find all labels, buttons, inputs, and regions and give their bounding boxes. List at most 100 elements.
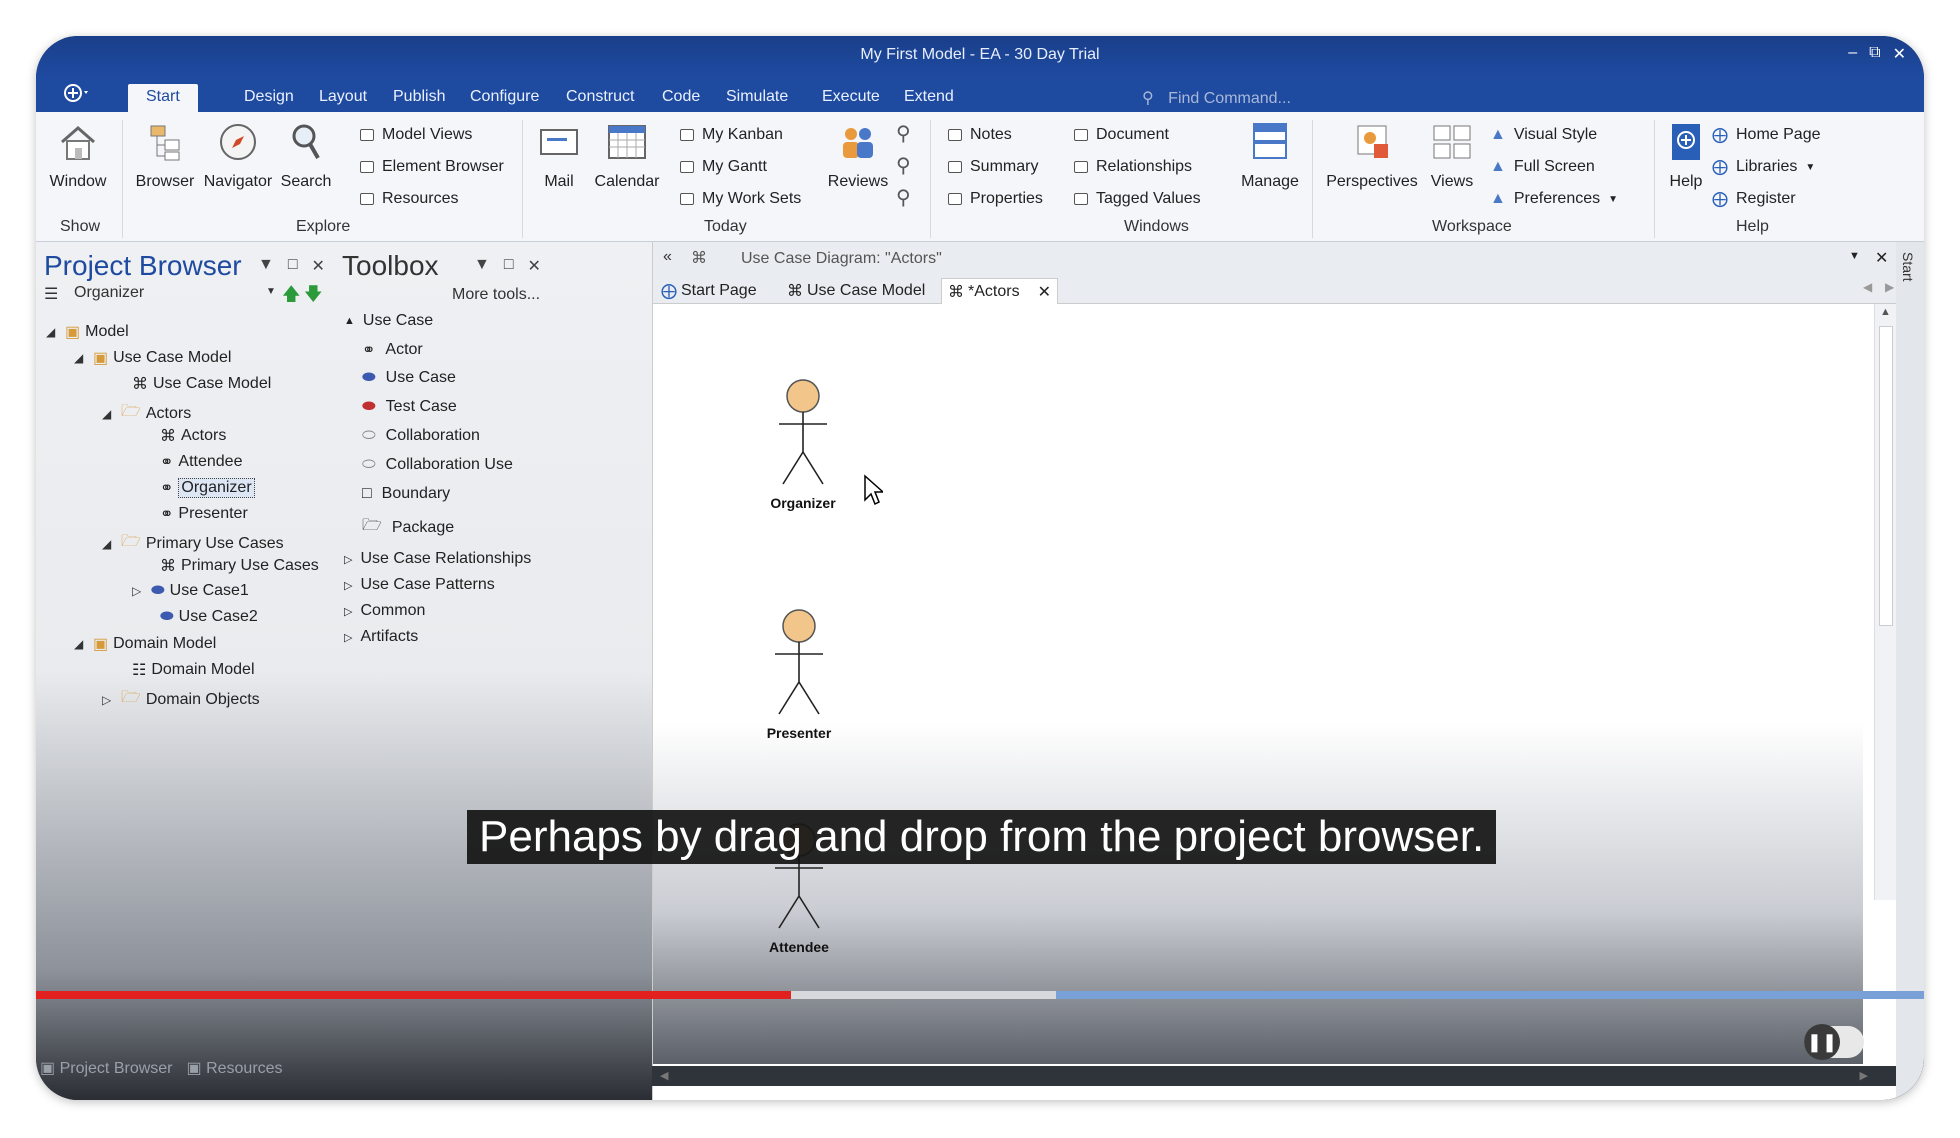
scroll-right-icon[interactable]: ▶ <box>1860 1069 1868 1082</box>
tab-construct[interactable]: Construct <box>548 84 652 112</box>
tree-node-presenter[interactable]: ⚭ Presenter <box>160 504 248 524</box>
chevron-down-icon[interactable]: ▼ <box>474 256 490 276</box>
pause-toggle[interactable]: ❚❚ <box>1804 1024 1864 1060</box>
views-button[interactable]: Views <box>1424 120 1480 191</box>
tab-publish[interactable]: Publish <box>375 84 463 112</box>
window-button[interactable]: Window <box>46 120 110 191</box>
tree-node-primary-use-cases-package[interactable]: ◢ 🗁 Primary Use Cases <box>102 530 284 557</box>
app-menu-button[interactable] <box>62 82 92 109</box>
tab-design[interactable]: Design <box>226 84 312 112</box>
toolbox-group-artifacts[interactable]: ▷ Artifacts <box>344 628 418 646</box>
chevron-down-icon[interactable]: ▼ <box>1849 250 1860 262</box>
scroll-thumb[interactable] <box>1879 326 1893 626</box>
tree-node-organizer[interactable]: ⚭ Organizer <box>160 478 255 498</box>
resources-button[interactable]: Resources <box>360 188 458 210</box>
tab-execute[interactable]: Execute <box>804 84 898 112</box>
close-icon[interactable]: ✕ <box>1875 248 1888 268</box>
restore-button[interactable]: ⧉ <box>1869 44 1880 64</box>
toolbox-group-use-case-relationships[interactable]: ▷ Use Case Relationships <box>344 550 531 568</box>
perspectives-button[interactable]: Perspectives <box>1322 120 1422 191</box>
tool-collaboration-use[interactable]: ⬭ Collaboration Use <box>362 456 513 474</box>
chevron-down-icon[interactable]: ▼ <box>258 256 274 276</box>
bottom-tab-project-browser[interactable]: ▣ Project Browser <box>40 1058 173 1078</box>
tree-node-actors-diagram[interactable]: ⌘ Actors <box>160 426 226 446</box>
navigator-button[interactable]: Navigator <box>200 120 276 191</box>
tool-boundary[interactable]: □ Boundary <box>362 485 450 503</box>
tool-package[interactable]: 🗁 Package <box>362 514 454 541</box>
element-browser-button[interactable]: Element Browser <box>360 156 504 178</box>
reviews-button[interactable]: Reviews <box>826 120 890 191</box>
tab-actors[interactable]: ⌘ *Actors ✕ <box>941 278 1058 304</box>
move-down-icon[interactable]: 🡇 <box>304 282 323 312</box>
toolbox-group-use-case[interactable]: ▲ Use Case <box>344 312 433 330</box>
scroll-up-icon[interactable]: ▲ <box>1880 306 1891 318</box>
tree-node-use-case1[interactable]: ▷ ⬬ Use Case1 <box>132 582 249 600</box>
properties-button[interactable]: Properties <box>948 188 1043 210</box>
reviews-search-2[interactable]: ⚲ <box>896 154 911 177</box>
document-button[interactable]: Document <box>1074 124 1169 146</box>
reviews-search-3[interactable]: ⚲ <box>896 186 911 209</box>
tree-node-domain-objects[interactable]: ▷ 🗁 Domain Objects <box>102 686 260 713</box>
tool-collaboration[interactable]: ⬭ Collaboration <box>362 427 480 445</box>
bottom-tab-resources[interactable]: ▣ Resources <box>187 1058 283 1078</box>
notes-button[interactable]: Notes <box>948 124 1012 146</box>
tab-simulate[interactable]: Simulate <box>708 84 806 112</box>
tab-scroll-left-icon[interactable]: ◀ <box>1863 280 1872 294</box>
more-tools-button[interactable]: More tools... <box>452 286 540 304</box>
video-progress-bar[interactable] <box>36 991 1924 999</box>
register-button[interactable]: ⨁ Register <box>1712 188 1796 210</box>
help-button[interactable]: Help <box>1660 120 1712 191</box>
preferences-button[interactable]: ▲ Preferences ▼ <box>1490 188 1618 210</box>
tree-node-domain-model-diagram[interactable]: ☷ Domain Model <box>132 660 255 680</box>
close-tab-icon[interactable]: ✕ <box>1038 282 1051 302</box>
tool-actor[interactable]: ⚭ Actor <box>362 340 423 360</box>
tab-scroll-right-icon[interactable]: ▶ <box>1885 280 1894 294</box>
tree-node-actors-package[interactable]: ◢ 🗁 Actors <box>102 400 191 427</box>
collapse-left-icon[interactable]: « <box>663 248 672 266</box>
tab-configure[interactable]: Configure <box>452 84 557 112</box>
visual-style-button[interactable]: ▲ Visual Style <box>1490 124 1597 146</box>
calendar-button[interactable]: Calendar <box>592 120 662 191</box>
diagram-vertical-scrollbar[interactable]: ▲ <box>1874 304 1896 900</box>
close-icon[interactable]: ✕ <box>312 256 325 276</box>
toolbox-group-use-case-patterns[interactable]: ▷ Use Case Patterns <box>344 576 495 594</box>
my-work-sets-button[interactable]: My Work Sets <box>680 188 801 210</box>
tree-node-model[interactable]: ◢ ▣ Model <box>46 322 129 342</box>
tool-test-case[interactable]: ⬬ Test Case <box>362 398 457 416</box>
tree-node-use-case2[interactable]: ⬬ Use Case2 <box>160 608 258 626</box>
my-kanban-button[interactable]: My Kanban <box>680 124 783 146</box>
tab-extend[interactable]: Extend <box>886 84 972 112</box>
mail-button[interactable]: Mail <box>534 120 584 191</box>
scroll-left-icon[interactable]: ◀ <box>660 1069 668 1082</box>
tool-use-case[interactable]: ⬬ Use Case <box>362 369 456 387</box>
home-page-button[interactable]: ⨁ Home Page <box>1712 124 1821 146</box>
move-up-icon[interactable]: 🡅 <box>282 282 301 312</box>
tree-node-use-case-model-diagram[interactable]: ⌘ Use Case Model <box>132 374 271 394</box>
pin-icon[interactable]: □ <box>504 256 514 276</box>
reviews-search-1[interactable]: ⚲ <box>896 122 911 145</box>
close-icon[interactable]: ✕ <box>528 256 541 276</box>
tagged-values-button[interactable]: Tagged Values <box>1074 188 1201 210</box>
pin-icon[interactable]: □ <box>288 256 298 276</box>
libraries-button[interactable]: ⨁ Libraries ▼ <box>1712 156 1815 178</box>
actor-organizer[interactable]: Organizer <box>763 378 843 511</box>
tab-layout[interactable]: Layout <box>301 84 385 112</box>
summary-button[interactable]: Summary <box>948 156 1038 178</box>
my-gantt-button[interactable]: My Gantt <box>680 156 767 178</box>
find-command-field[interactable]: ⚲ Find Command... <box>1142 88 1291 108</box>
actor-presenter[interactable]: Presenter <box>759 608 839 741</box>
start-side-tab[interactable]: Start <box>1900 252 1916 282</box>
relationships-button[interactable]: Relationships <box>1074 156 1192 178</box>
tab-use-case-model[interactable]: ⌘ Use Case Model <box>781 278 931 304</box>
close-window-button[interactable]: ✕ <box>1893 44 1906 64</box>
minimize-button[interactable]: – <box>1848 44 1857 64</box>
tree-node-use-case-model-package[interactable]: ◢ ▣ Use Case Model <box>74 348 231 368</box>
tab-start[interactable]: Start <box>128 84 198 112</box>
manage-button[interactable]: Manage <box>1236 120 1304 191</box>
tree-node-attendee[interactable]: ⚭ Attendee <box>160 452 242 472</box>
search-button[interactable]: Search <box>278 120 334 191</box>
toolbox-group-common[interactable]: ▷ Common <box>344 602 425 620</box>
browser-button[interactable]: Browser <box>130 120 200 191</box>
tab-start-page[interactable]: ⨁ Start Page <box>655 278 763 304</box>
browser-selector[interactable]: ☰ Organizer ▼ 🡅 🡇 <box>44 284 324 308</box>
